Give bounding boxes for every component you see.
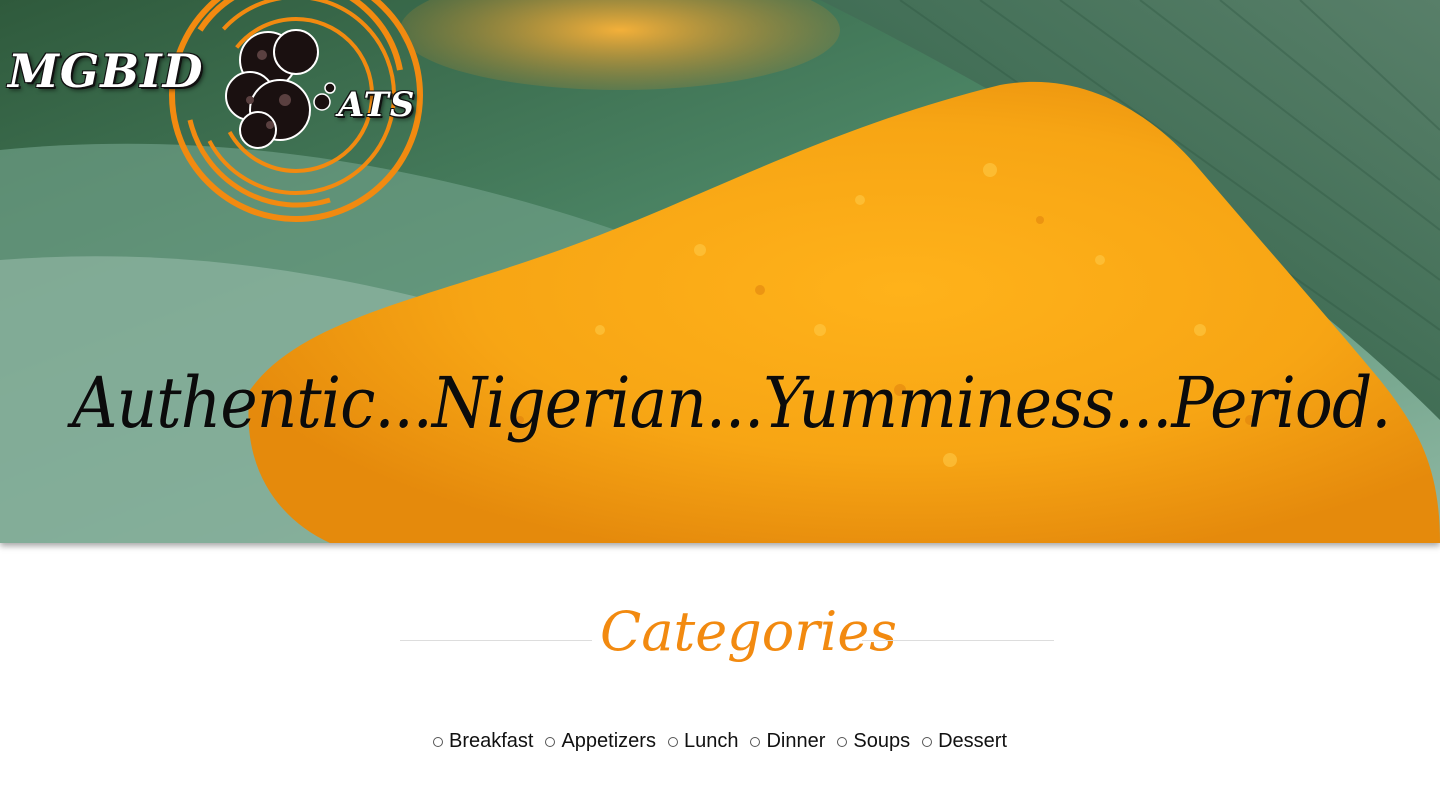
category-label: Lunch <box>683 730 739 752</box>
radio-button[interactable] <box>432 736 443 747</box>
category-label: Dessert <box>938 730 1008 752</box>
category-option-appetizers[interactable]: Appetizers <box>545 730 656 753</box>
hero-banner: MGBID ATS Authentic...Nigerian...Yummine… <box>0 0 1440 543</box>
hero-tagline: Authentic...Nigerian...Yumminess...Perio… <box>72 362 1391 444</box>
category-label: Soups <box>853 730 911 752</box>
category-option-dessert[interactable]: Dessert <box>922 730 1007 753</box>
radio-button[interactable] <box>837 736 848 747</box>
categories-heading: Categories <box>600 600 897 663</box>
category-option-breakfast[interactable]: Breakfast <box>432 730 534 753</box>
category-label: Appetizers <box>561 730 656 752</box>
categories-heading-block: Categories <box>0 600 1440 690</box>
radio-button[interactable] <box>545 736 556 747</box>
site-logo[interactable]: MGBID ATS <box>0 0 440 225</box>
category-option-soups[interactable]: Soups <box>837 730 910 753</box>
category-label: Breakfast <box>448 730 534 752</box>
category-radio-group: Breakfast Appetizers Lunch Dinner Soups … <box>0 730 1440 753</box>
radio-button[interactable] <box>922 736 933 747</box>
radio-button[interactable] <box>667 736 678 747</box>
logo-text-main: MGBID <box>8 44 204 98</box>
logo-text-tail: ATS <box>338 85 416 125</box>
category-label: Dinner <box>766 730 826 752</box>
category-option-lunch[interactable]: Lunch <box>667 730 739 753</box>
radio-button[interactable] <box>750 736 761 747</box>
heading-divider-right <box>862 640 1054 641</box>
heading-divider-left <box>400 640 592 641</box>
category-option-dinner[interactable]: Dinner <box>750 730 825 753</box>
